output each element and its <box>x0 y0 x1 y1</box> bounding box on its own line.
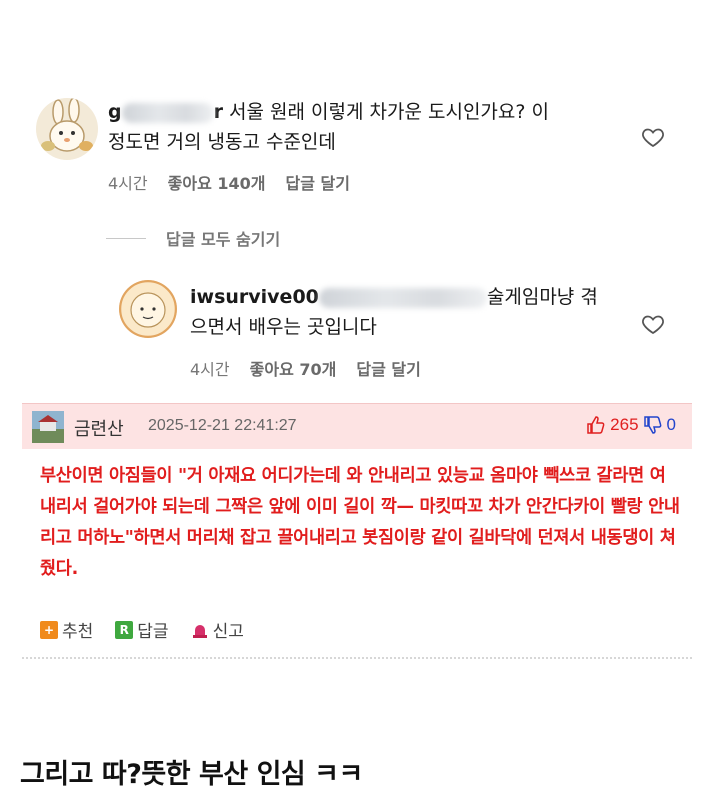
reply-button[interactable]: R 답글 <box>115 617 169 642</box>
reply-reply-button[interactable]: 답글 달기 <box>356 356 420 380</box>
downvote-count: 0 <box>666 415 676 434</box>
bunny-avatar-icon <box>36 98 98 160</box>
upvote-count: 265 <box>610 415 639 434</box>
divider-line <box>106 237 146 239</box>
thumbs-up-icon[interactable] <box>586 415 606 435</box>
report-label: 신고 <box>212 622 244 642</box>
reply-username-blur <box>318 287 487 308</box>
user-avatar[interactable] <box>36 98 98 160</box>
reply-meta: 4시간 좋아요 70개 답글 달기 <box>190 356 421 380</box>
reply-line1: 술게임마냥 겪 <box>486 286 598 308</box>
vote-box: 265 0 <box>586 415 676 435</box>
comment-reply-button[interactable]: 답글 달기 <box>285 170 349 194</box>
comment-time: 4시간 <box>108 174 148 193</box>
username-blur <box>121 102 214 123</box>
siren-icon <box>191 621 209 639</box>
plus-icon: + <box>40 620 58 639</box>
landscape-avatar-icon <box>32 411 64 443</box>
comment-text: gr 서울 원래 이렇게 차가운 도시인가요? 이 정도면 거의 냉동고 수준인… <box>108 97 628 157</box>
board-author-avatar[interactable] <box>32 411 64 443</box>
reply-text: iwsurvive00 술게임마냥 겪 으면서 배우는 곳입니다 <box>190 282 630 342</box>
recommend-button[interactable]: + 추천 <box>40 617 93 642</box>
comment-line1: 서울 원래 이렇게 차가운 도시인가요? 이 <box>229 101 549 123</box>
comment-line2: 정도면 거의 냉동고 수준인데 <box>108 131 336 153</box>
hide-replies-toggle[interactable]: 답글 모두 숨기기 <box>106 226 280 250</box>
reply-line2: 으면서 배우는 곳입니다 <box>190 316 377 338</box>
board-comment-body: 부산이면 아짐들이 "거 아재요 어디가는데 와 안내리고 있능교 옴마야 빽쓰… <box>40 466 680 579</box>
comment-username[interactable]: gr <box>108 101 223 123</box>
board-comment-header: 금련산 2025-12-21 22:41:27 265 0 <box>22 403 692 449</box>
reply-user-avatar[interactable] <box>119 280 177 338</box>
board-action-bar: + 추천 R 답글 신고 <box>40 617 244 642</box>
comment-likes[interactable]: 좋아요 140개 <box>168 170 266 194</box>
comment-meta: 4시간 좋아요 140개 답글 달기 <box>108 170 350 194</box>
face-avatar-icon <box>119 280 177 338</box>
board-comment: 금련산 2025-12-21 22:41:27 265 0 부산이면 아짐들이 … <box>22 403 692 659</box>
reply-time: 4시간 <box>190 360 230 379</box>
reply-username[interactable]: iwsurvive00 <box>190 286 487 308</box>
thumbs-down-icon[interactable] <box>643 415 663 435</box>
board-datetime: 2025-12-21 22:41:27 <box>148 417 297 434</box>
board-divider <box>22 657 692 659</box>
report-button[interactable]: 신고 <box>191 617 244 642</box>
recommend-label: 추천 <box>62 622 94 642</box>
caption-text: 그리고 따?뜻한 부산 인심 ㅋㅋ <box>20 759 363 790</box>
reply-icon: R <box>115 620 134 639</box>
reply-label: 답글 <box>137 622 169 642</box>
reply-likes[interactable]: 좋아요 70개 <box>250 356 337 380</box>
board-author-name[interactable]: 금련산 <box>74 415 124 441</box>
instagram-comments: gr 서울 원래 이렇게 차가운 도시인가요? 이 정도면 거의 냉동고 수준인… <box>0 0 714 400</box>
hide-replies-label: 답글 모두 숨기기 <box>166 230 281 249</box>
like-heart-icon[interactable] <box>641 125 665 149</box>
reply-like-heart-icon[interactable] <box>641 312 665 336</box>
